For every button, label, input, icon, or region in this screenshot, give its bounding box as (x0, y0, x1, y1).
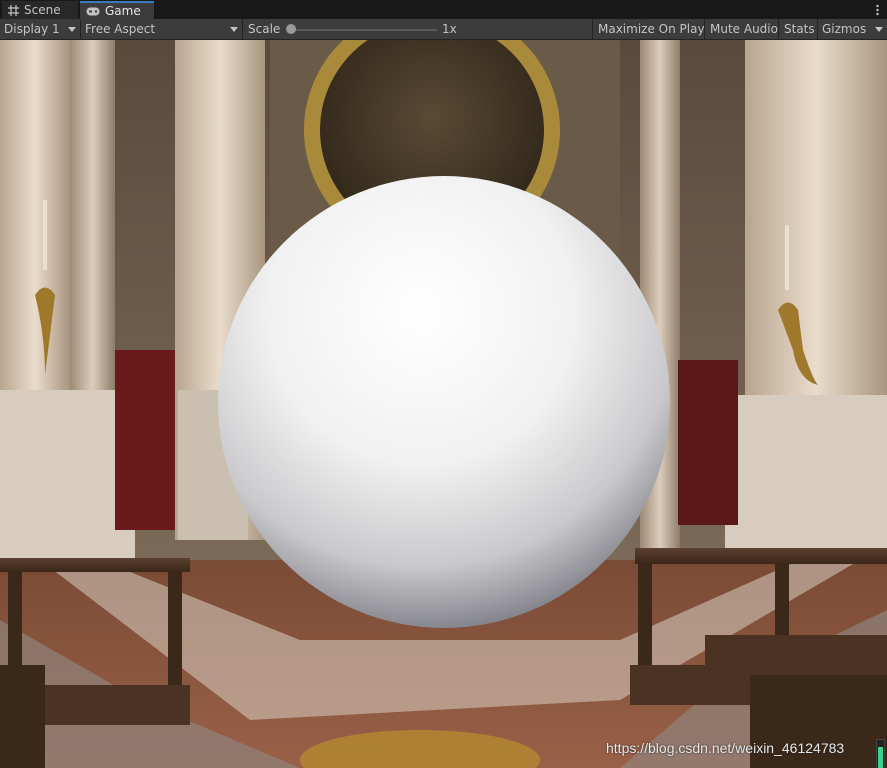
gizmos-label: Gizmos (822, 22, 867, 36)
mute-audio-label: Mute Audio (710, 22, 778, 36)
game-view-toolbar: Display 1 Free Aspect Scale 1x Maximize … (0, 19, 887, 40)
tab-game[interactable]: Game (80, 1, 154, 19)
fps-indicator-fill (878, 747, 883, 768)
stats-label: Stats (784, 22, 815, 36)
editor-tab-bar: Scene Game (0, 0, 887, 20)
chevron-down-icon (230, 26, 238, 32)
gizmos-dropdown[interactable]: Gizmos (818, 19, 887, 39)
game-viewport[interactable] (0, 40, 887, 768)
tab-scene-label: Scene (24, 3, 61, 17)
rendered-scene (0, 40, 887, 768)
stats-toggle[interactable]: Stats (780, 19, 818, 39)
scale-label: Scale (248, 22, 281, 36)
scale-control: Scale 1x (243, 19, 593, 39)
hash-grid-icon (8, 4, 19, 16)
chevron-down-icon (68, 26, 76, 32)
watermark-text: https://blog.csdn.net/weixin_46124783 (606, 740, 845, 756)
scale-value: 1x (442, 22, 457, 36)
scale-slider-thumb[interactable] (286, 24, 296, 34)
maximize-on-play-label: Maximize On Play (598, 22, 705, 36)
display-dropdown[interactable]: Display 1 (0, 19, 81, 39)
fps-indicator (876, 739, 885, 768)
tab-game-label: Game (105, 4, 141, 18)
display-dropdown-label: Display 1 (4, 22, 60, 36)
scale-slider-track[interactable] (289, 29, 437, 31)
gamepad-icon (86, 7, 100, 15)
tab-scene[interactable]: Scene (2, 1, 78, 19)
aspect-dropdown-label: Free Aspect (85, 22, 156, 36)
mute-audio-toggle[interactable]: Mute Audio (706, 19, 779, 39)
more-options-icon[interactable] (871, 1, 883, 19)
aspect-dropdown[interactable]: Free Aspect (81, 19, 243, 39)
maximize-on-play-toggle[interactable]: Maximize On Play (594, 19, 705, 39)
chevron-down-icon (875, 26, 883, 32)
